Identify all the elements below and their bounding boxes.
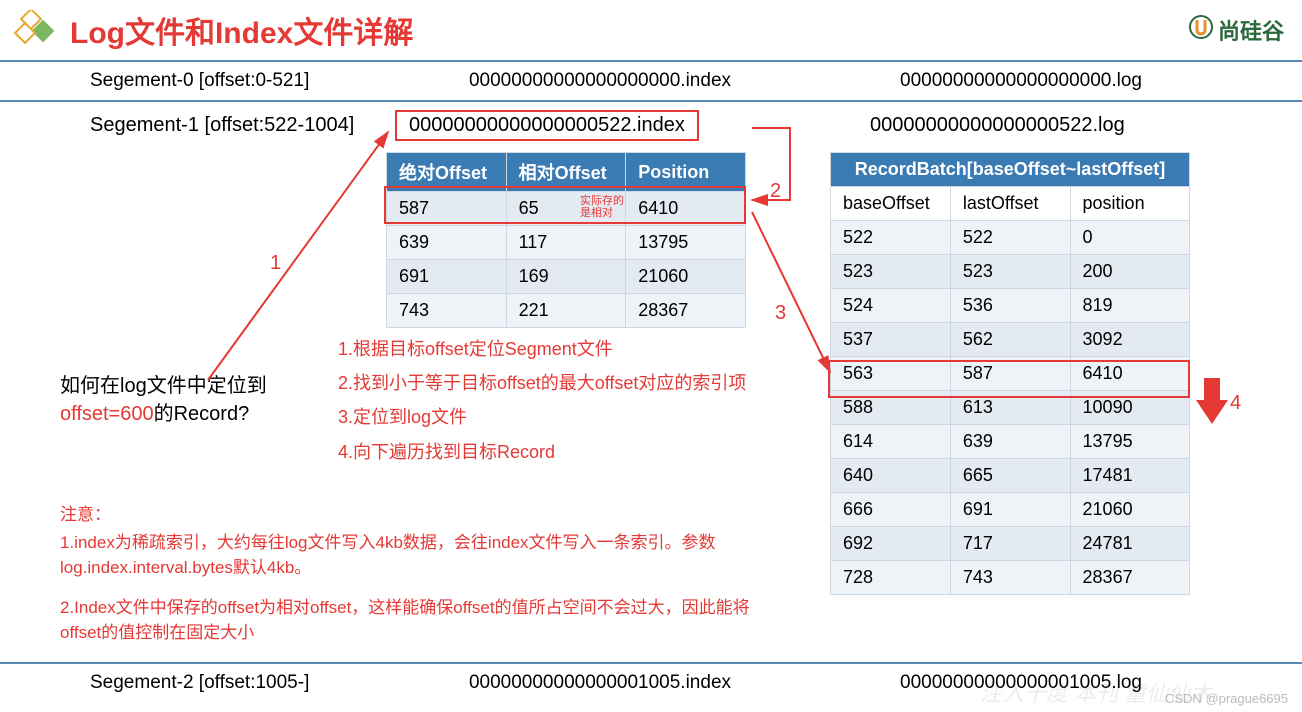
segment-0-label: Segement-0 [offset:0-521] xyxy=(90,70,400,92)
question-block: 如何在log文件中定位到 offset=600的Record? xyxy=(60,372,267,428)
slide-title: Log文件和Index文件详解 xyxy=(70,8,413,52)
index-row: 639 117 13795 xyxy=(387,226,746,260)
index-th-rel: 相对Offset xyxy=(506,153,626,192)
segment-0-index: 00000000000000000000.index xyxy=(420,70,780,92)
step-3: 3.定位到log文件 xyxy=(338,400,746,434)
index-annotation: 实际存的 是相对 xyxy=(580,195,624,219)
index-row: 691 169 21060 xyxy=(387,260,746,294)
index-row-highlight xyxy=(384,186,746,224)
log-row-highlight xyxy=(828,360,1190,398)
index-row: 743 221 28367 xyxy=(387,294,746,328)
log-row: 5375623092 xyxy=(831,323,1190,357)
label-4: 4 xyxy=(1230,392,1241,415)
segment-1-log: 00000000000000000522.log xyxy=(870,114,1125,137)
notes-2: 2.Index文件中保存的offset为相对offset，这样能确保offset… xyxy=(60,595,780,646)
segment-0-row: Segement-0 [offset:0-521] 00000000000000… xyxy=(0,62,1302,102)
log-row: 524536819 xyxy=(831,289,1190,323)
label-3: 3 xyxy=(775,302,786,325)
step-1: 1.根据目标offset定位Segment文件 xyxy=(338,332,746,366)
segment-2-index: 00000000000000001005.index xyxy=(420,672,780,694)
log-row: 523523200 xyxy=(831,255,1190,289)
notes-block: 注意： 1.index为稀疏索引，大约每往log文件写入4kb数据，会往inde… xyxy=(60,502,780,646)
notes-heading: 注意： xyxy=(60,502,780,528)
segment-1-label: Segement-1 [offset:522-1004] xyxy=(90,114,354,137)
log-row: 66669121060 xyxy=(831,493,1190,527)
watermark: CSDN @prague6695 xyxy=(1165,691,1288,706)
segment-1-index-box: 00000000000000000522.index xyxy=(395,110,699,141)
step-2: 2.找到小于等于目标offset的最大offset对应的索引项 xyxy=(338,366,746,400)
brand: 尚硅谷 xyxy=(1188,14,1284,46)
brand-icon xyxy=(1188,14,1214,46)
log-row: 72874328367 xyxy=(831,561,1190,595)
logo-icon xyxy=(12,10,56,50)
log-row: 61463913795 xyxy=(831,425,1190,459)
log-row: 69271724781 xyxy=(831,527,1190,561)
question-line1: 如何在log文件中定位到 xyxy=(60,372,267,400)
label-1: 1 xyxy=(270,252,281,275)
steps-block: 1.根据目标offset定位Segment文件 2.找到小于等于目标offset… xyxy=(338,332,746,469)
notes-1: 1.index为稀疏索引，大约每往log文件写入4kb数据，会往index文件写… xyxy=(60,530,780,581)
question-accent: offset=600 xyxy=(60,403,154,425)
segment-2-label: Segement-2 [offset:1005-] xyxy=(90,672,400,694)
log-subhead: baseOffset lastOffset position xyxy=(831,187,1190,221)
log-row: 5225220 xyxy=(831,221,1190,255)
label-2: 2 xyxy=(770,180,781,203)
header-left: Log文件和Index文件详解 xyxy=(12,8,413,52)
diagram-main: Segement-1 [offset:522-1004] 00000000000… xyxy=(0,102,1302,662)
index-th-pos: Position xyxy=(626,153,746,192)
question-line2: 的Record? xyxy=(154,403,250,425)
index-th-abs: 绝对Offset xyxy=(387,153,507,192)
index-table: 绝对Offset 相对Offset Position 587 65 6410 6… xyxy=(386,152,746,328)
log-th-header: RecordBatch[baseOffset~lastOffset] xyxy=(831,153,1190,187)
segment-0-log: 00000000000000000000.log xyxy=(800,70,1242,92)
brand-text: 尚硅谷 xyxy=(1218,14,1284,46)
slide-header: Log文件和Index文件详解 尚硅谷 xyxy=(0,0,1302,62)
log-row: 64066517481 xyxy=(831,459,1190,493)
step-4: 4.向下遍历找到目标Record xyxy=(338,435,746,469)
